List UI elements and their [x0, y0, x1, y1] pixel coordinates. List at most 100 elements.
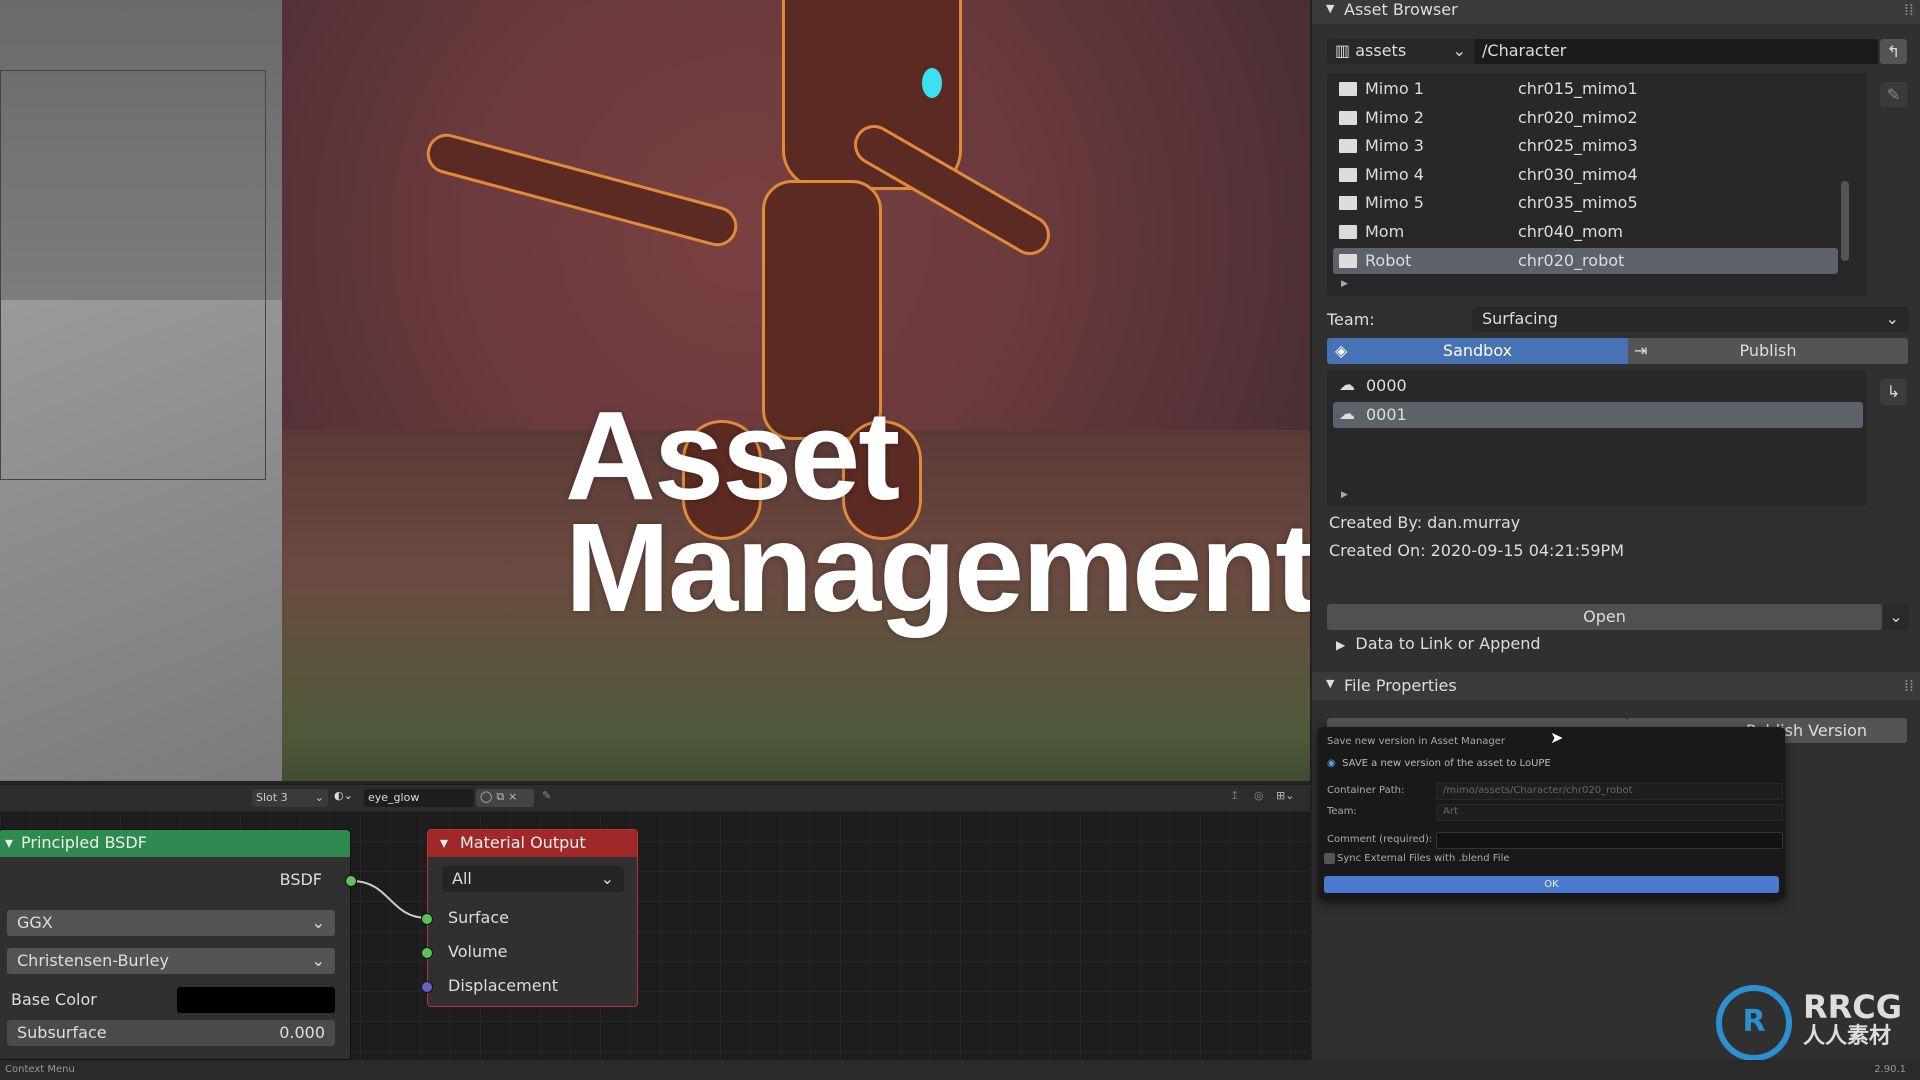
node-header[interactable]: ▾ Principled BSDF — [0, 830, 350, 857]
asset-name: Mimo 3 — [1365, 136, 1424, 156]
version-label: 0001 — [1366, 405, 1407, 424]
comment-input[interactable] — [1436, 832, 1783, 849]
node-material-output[interactable]: ▾ Material Output All ⌄ Surface Volume Dis… — [421, 829, 638, 1007]
base-color-label: Base Color — [11, 990, 97, 1009]
tab-publish[interactable]: ⇥ Publish — [1628, 338, 1908, 364]
subsurface-slider[interactable]: Subsurface 0.000 — [7, 1020, 335, 1046]
folder-icon — [1339, 167, 1357, 182]
tab-label: Publish — [1739, 341, 1797, 360]
surface-socket[interactable] — [421, 913, 433, 925]
sync-checkbox[interactable] — [1324, 853, 1335, 864]
asset-row[interactable]: Mimo 4 chr030_mimo4 — [1333, 162, 1838, 188]
close-icon[interactable]: × — [508, 790, 521, 803]
asset-name: Mimo 5 — [1365, 193, 1424, 213]
target-dropdown[interactable]: All ⌄ — [442, 866, 624, 892]
asset-list[interactable]: Mimo 1 chr015_mimo1 Mimo 2 chr020_mimo2 Mimo… — [1327, 73, 1866, 296]
drag-handle-icon[interactable]: ⁞⁞ — [1904, 676, 1914, 695]
team-label: Team: — [1327, 310, 1375, 329]
expand-icon: ▶ — [1336, 638, 1346, 652]
asset-name: Mimo 1 — [1365, 79, 1424, 98]
created-on: Created On: 2020-09-15 04:21:59PM — [1329, 541, 1624, 560]
container-path-field[interactable]: /mimo/assets/Character/chr020_robot — [1436, 783, 1783, 800]
version-list[interactable]: ☁ 0000 ☁ 0001 ▶ — [1327, 370, 1866, 506]
library-dropdown[interactable]: ▥ assets ⌄ — [1327, 39, 1474, 64]
volume-socket[interactable] — [421, 947, 433, 959]
duplicate-icon[interactable]: ⧉ — [496, 790, 508, 803]
material-name-field[interactable]: eye_glow — [364, 789, 474, 807]
asset-row[interactable]: Robot chr020_robot — [1333, 247, 1838, 274]
snap-icon[interactable]: ⊞⌄ — [1276, 789, 1294, 802]
open-button[interactable]: Open — [1327, 604, 1882, 630]
watermark-title: RRCG — [1803, 988, 1903, 1026]
material-actions[interactable]: ◯⧉× — [476, 789, 534, 807]
dialog-title: Save new version in Asset Manager — [1327, 736, 1506, 747]
cloud-icon: ☁ — [1339, 375, 1355, 394]
asset-code: chr020_robot — [1518, 250, 1625, 270]
node-title: Material Output — [460, 833, 586, 852]
branch-icon[interactable]: ↳ — [1880, 379, 1907, 405]
collapse-icon: ▼ — [1326, 2, 1335, 15]
comment-label: Comment (required): — [1327, 834, 1433, 845]
asset-browser-header[interactable]: ▼ Asset Browser ⁞⁞ — [1312, 0, 1920, 24]
list-scrollbar[interactable] — [1841, 181, 1849, 261]
overlay-icon[interactable]: ◎ — [1254, 789, 1264, 802]
edit-icon[interactable]: ✎ — [1880, 82, 1907, 107]
folder-icon — [1339, 225, 1357, 239]
container-path-label: Container Path: — [1327, 785, 1405, 796]
bsdf-output-socket[interactable] — [345, 875, 357, 887]
team-field[interactable]: Art — [1436, 804, 1783, 821]
data-link-label: Data to Link or Append — [1355, 634, 1541, 653]
description-text: SAVE a new version of the asset to LoUPE — [1342, 758, 1551, 769]
path-field[interactable]: /Character — [1474, 39, 1878, 64]
sync-label: Sync External Files with .blend File — [1337, 853, 1510, 864]
watermark-subtitle: 人人素材 — [1803, 1024, 1892, 1049]
base-color-swatch[interactable] — [177, 987, 335, 1013]
asset-browser-panel: ▼ Asset Browser ⁞⁞ ▥ assets ⌄ /Character … — [1310, 0, 1920, 1060]
subsurface-method-dropdown[interactable]: Christensen-Burley ⌄ — [7, 948, 335, 974]
material-browse-icon[interactable]: ◐⌄ — [334, 789, 362, 807]
drag-handle-icon[interactable]: ⁞⁞ — [1904, 0, 1914, 19]
node-title: Principled BSDF — [21, 833, 147, 852]
distribution-value: GGX — [17, 913, 53, 932]
dialog-description: ◉ SAVE a new version of the asset to LoU… — [1327, 758, 1551, 769]
slot-dropdown[interactable]: Slot 3 ⌄ — [252, 789, 328, 807]
overlay-title: Asset Management — [565, 393, 1317, 631]
open-options-dropdown[interactable]: ⌄ — [1883, 604, 1909, 630]
save-version-dialog: Save new version in Asset Manager ◉ SAVE… — [1318, 727, 1785, 900]
library-icon: ▥ — [1335, 41, 1351, 60]
displacement-label: Displacement — [448, 976, 558, 995]
data-link-append-toggle[interactable]: ▶ Data to Link or Append — [1336, 634, 1541, 653]
version-row[interactable]: ☁ 0001 — [1333, 402, 1863, 428]
asset-row[interactable]: Mimo 2 chr020_mimo2 — [1333, 105, 1838, 131]
fake-user-icon[interactable]: ◯ — [480, 790, 496, 803]
asset-code: chr035_mimo5 — [1518, 193, 1638, 213]
robot-arm — [422, 129, 742, 251]
expand-icon[interactable]: ▶ — [1341, 490, 1348, 500]
node-header[interactable]: ▾ Material Output — [428, 830, 637, 857]
asset-row[interactable]: Mimo 5 chr035_mimo5 — [1333, 190, 1838, 216]
expand-icon[interactable]: ▶ — [1341, 279, 1348, 289]
team-dropdown[interactable]: Surfacing ⌄ — [1472, 307, 1909, 332]
robot-eye — [922, 68, 942, 98]
slot-label: Slot 3 — [256, 791, 288, 804]
viewport-left[interactable] — [0, 0, 282, 781]
distribution-dropdown[interactable]: GGX ⌄ — [7, 910, 335, 936]
asset-code: chr015_mimo1 — [1518, 79, 1638, 98]
file-properties-header[interactable]: ▼ File Properties ⁞⁞ — [1312, 672, 1920, 700]
parent-node-icon[interactable]: ↥ — [1230, 789, 1239, 802]
volume-label: Volume — [448, 942, 508, 961]
asset-row[interactable]: Mom chr040_mom — [1333, 219, 1838, 245]
ok-button[interactable]: OK — [1324, 876, 1779, 893]
asset-row[interactable]: Mimo 3 chr025_mimo3 — [1333, 133, 1838, 159]
node-editor[interactable]: ▾ Principled BSDF BSDF GGX ⌄ Christensen-B… — [0, 811, 1310, 1060]
displacement-socket[interactable] — [421, 981, 433, 993]
tab-sandbox[interactable]: ◈ Sandbox — [1327, 338, 1628, 364]
subsurface-method-value: Christensen-Burley — [17, 951, 169, 970]
pin-icon[interactable]: ✎ — [542, 789, 551, 802]
asset-row[interactable]: Mimo 1 chr015_mimo1 — [1333, 76, 1838, 102]
version-row[interactable]: ☁ 0000 — [1333, 373, 1838, 399]
surface-label: Surface — [448, 908, 509, 927]
collapse-icon: ▼ — [1326, 677, 1335, 690]
node-principled-bsdf[interactable]: ▾ Principled BSDF BSDF GGX ⌄ Christensen-B… — [0, 829, 357, 1060]
parent-folder-button[interactable]: ↰ — [1880, 39, 1907, 64]
